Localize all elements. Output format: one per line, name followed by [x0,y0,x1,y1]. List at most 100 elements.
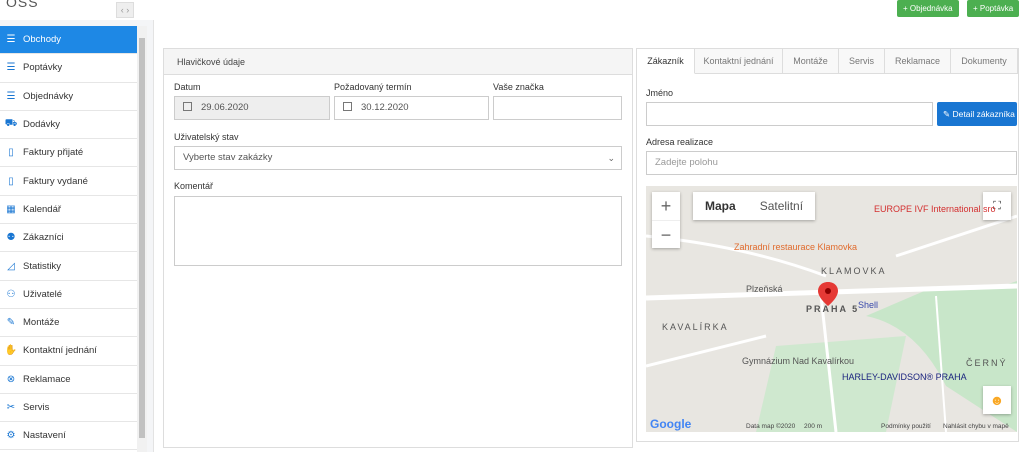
calendar-icon [183,102,192,111]
map-label: HARLEY-DAVIDSON® PRAHA [842,372,967,382]
map[interactable]: + − Mapa Satelitní ⛶ Zahradní restaurace… [646,186,1017,432]
sidebar-item-label: Faktury vydané [23,175,88,187]
sidebar-item-label: Faktury přijaté [23,147,84,159]
sidebar-item-2[interactable]: ☰ Objednávky [0,83,137,111]
new-order-button[interactable]: + Objednávka [897,0,959,17]
handshake-icon: ✋ [4,345,18,357]
datum-label: Datum [174,82,201,92]
tabs: Zákazník Kontaktní jednání Montáže Servis Re… [636,48,1019,74]
sidebar-item-12[interactable]: ⊗ Reklamace [0,366,137,394]
tab-3[interactable]: Servis [839,49,885,74]
sidebar-item-6[interactable]: ▦ Kalendář [0,196,137,225]
sidebar-item-0[interactable]: ☰ Obchody [0,26,137,55]
sidebar-item-label: Statistiky [23,260,62,272]
datum-field: 29.06.2020 [174,96,330,120]
gear-icon: ⚙ [6,430,16,442]
znacka-label: Vaše značka [493,82,544,92]
jmeno-label: Jméno [646,88,674,98]
calendar-icon: ▦ [6,203,16,215]
sidebar-item-label: Kontaktní jednání [23,345,97,357]
user-icon: ⚇ [6,288,16,300]
detail-customer-button[interactable]: ✎ Detail zákazníka [937,102,1017,126]
zoom-control: + − [652,192,680,248]
map-terms-link[interactable]: Podmínky použití [881,423,931,430]
znacka-input[interactable] [493,96,622,120]
sidebar-item-label: Kalendář [23,203,62,215]
sidebar-item-14[interactable]: ⚙ Nastavení [0,422,137,451]
sidebar-item-8[interactable]: ◿ Statistiky [0,252,137,281]
tab-1[interactable]: Kontaktní jednání [695,49,783,74]
zoom-out-button[interactable]: − [652,220,680,248]
sidebar-item-label: Objednávky [23,90,74,102]
chart-icon: ◿ [7,260,15,272]
termin-field[interactable]: 30.12.2020 [334,96,489,120]
map-report-link[interactable]: Nahlásit chybu v mapě [943,423,1009,430]
brush-icon: ✎ [6,317,16,329]
sidebar-item-11[interactable]: ✋ Kontaktní jednání [0,337,137,366]
tab-0[interactable]: Zákazník [637,49,695,74]
sidebar-item-label: Montáže [23,317,60,329]
sidebar-item-7[interactable]: ⚉ Zákazníci [0,224,137,253]
wrench-icon: ✂ [6,402,16,413]
map-label: Zahradní restaurace Klamovka [734,242,858,252]
sidebar-item-label: Poptávky [23,62,63,74]
zoom-in-button[interactable]: + [652,192,680,220]
sidebar-item-5[interactable]: ▯ Faktury vydané [0,167,137,196]
sidebar-item-9[interactable]: ⚇ Uživatelé [0,281,137,309]
map-label: Plzeňská [746,284,783,294]
sidebar-item-10[interactable]: ✎ Montáže [0,309,137,338]
list-icon: ☰ [6,34,16,46]
file-icon: ▯ [8,147,14,159]
pegman-icon[interactable]: ☻ [983,386,1011,414]
calendar-icon [343,102,352,111]
google-logo: Google [650,417,692,431]
komentar-textarea[interactable] [174,196,622,266]
sidebar-item-13[interactable]: ✂ Servis [0,394,137,423]
list-icon: ☰ [6,62,16,74]
sidebar-item-label: Servis [23,402,50,413]
new-inquiry-button[interactable]: + Poptávka [967,0,1020,17]
truck-icon: ⛟ [4,118,18,130]
sidebar-item-label: Nastavení [23,430,66,442]
map-type-map-button[interactable]: Mapa [693,192,748,220]
topbar: OSS ‹ › + Objednávka + Poptávka [0,0,1024,20]
users-icon: ⚉ [6,232,16,244]
map-scale: 200 m [804,423,823,430]
stav-label: Uživatelský stav [174,132,239,142]
sidebar-item-4[interactable]: ▯ Faktury přijaté [0,139,137,168]
map-type-satellite-button[interactable]: Satelitní [748,192,815,220]
list-icon: ☰ [6,90,16,102]
sidebar-item-label: Obchody [23,34,62,46]
map-label: ČERNÝ [966,358,1008,368]
file-icon: ▯ [8,175,14,187]
chevron-down-icon: ⌄ [607,153,615,163]
map-footer: Google Data map ©2020 200 m Podmínky pou… [646,417,1017,432]
map-label: KAVALÍRKA [662,322,729,332]
map-label: Gymnázium Nad Kavalírkou [742,356,855,366]
scrollbar-thumb[interactable] [139,38,145,438]
sidebar-item-1[interactable]: ☰ Poptávky [0,54,137,83]
tab-5[interactable]: Dokumenty [951,49,1018,74]
app-logo: OSS [6,0,39,10]
sidebar-collapse-button[interactable]: ‹ › [116,2,134,18]
termin-label: Požadovaný termín [334,82,412,92]
map-label: PRAHA 5 [806,304,860,314]
map-type-control: Mapa Satelitní [693,192,816,220]
sidebar-item-3[interactable]: ⛟ Dodávky [0,111,137,140]
sidebar-item-label: Dodávky [23,119,60,131]
sidebar-item-label: Uživatelé [23,288,63,300]
stav-select[interactable]: Vyberte stav zakázky ⌄ [174,146,622,170]
map-label: EUROPE IVF International sro [874,204,996,214]
sidebar-item-label: Reklamace [23,373,71,385]
x-circle-icon: ⊗ [6,373,16,385]
tab-4[interactable]: Reklamace [885,49,951,74]
sidebar-scrollbar[interactable] [137,26,147,452]
map-label: Shell [858,300,879,310]
sidebar-item-label: Zákazníci [23,232,64,244]
tab-2[interactable]: Montáže [783,49,839,74]
map-label: KLAMOVKA [821,266,887,276]
sidebar: ☰ Obchody ☰ Poptávky ☰ Objednávky ⛟ Dodávky ▯ Fak… [0,26,137,452]
map-data-credit: Data map ©2020 [746,423,796,430]
adresa-input[interactable]: Zadejte polohu [646,151,1017,175]
jmeno-input[interactable] [646,102,933,126]
